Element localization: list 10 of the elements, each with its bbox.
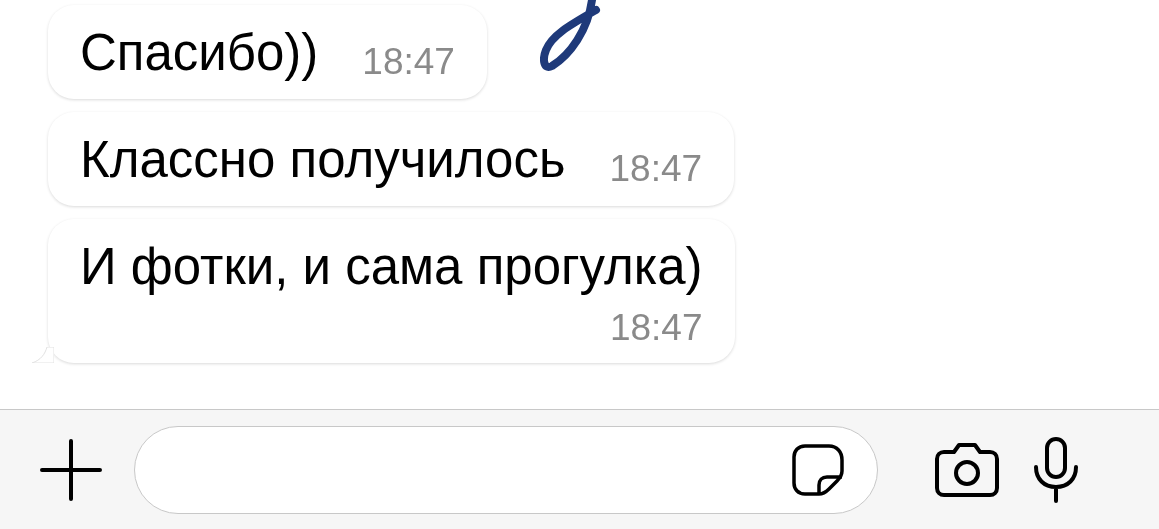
message-time: 18:47 (609, 148, 703, 190)
message-time: 18:47 (362, 41, 455, 83)
camera-icon[interactable] (934, 441, 1000, 498)
sticker-icon[interactable] (791, 442, 845, 497)
message-text: Спасибо)) (80, 23, 319, 83)
message-text: И фотки, и сама прогулка) (80, 237, 703, 297)
message-text: Классно получилось (80, 130, 566, 190)
microphone-icon[interactable] (1032, 436, 1080, 503)
plus-icon[interactable] (40, 438, 102, 501)
message-time: 18:47 (609, 307, 703, 349)
